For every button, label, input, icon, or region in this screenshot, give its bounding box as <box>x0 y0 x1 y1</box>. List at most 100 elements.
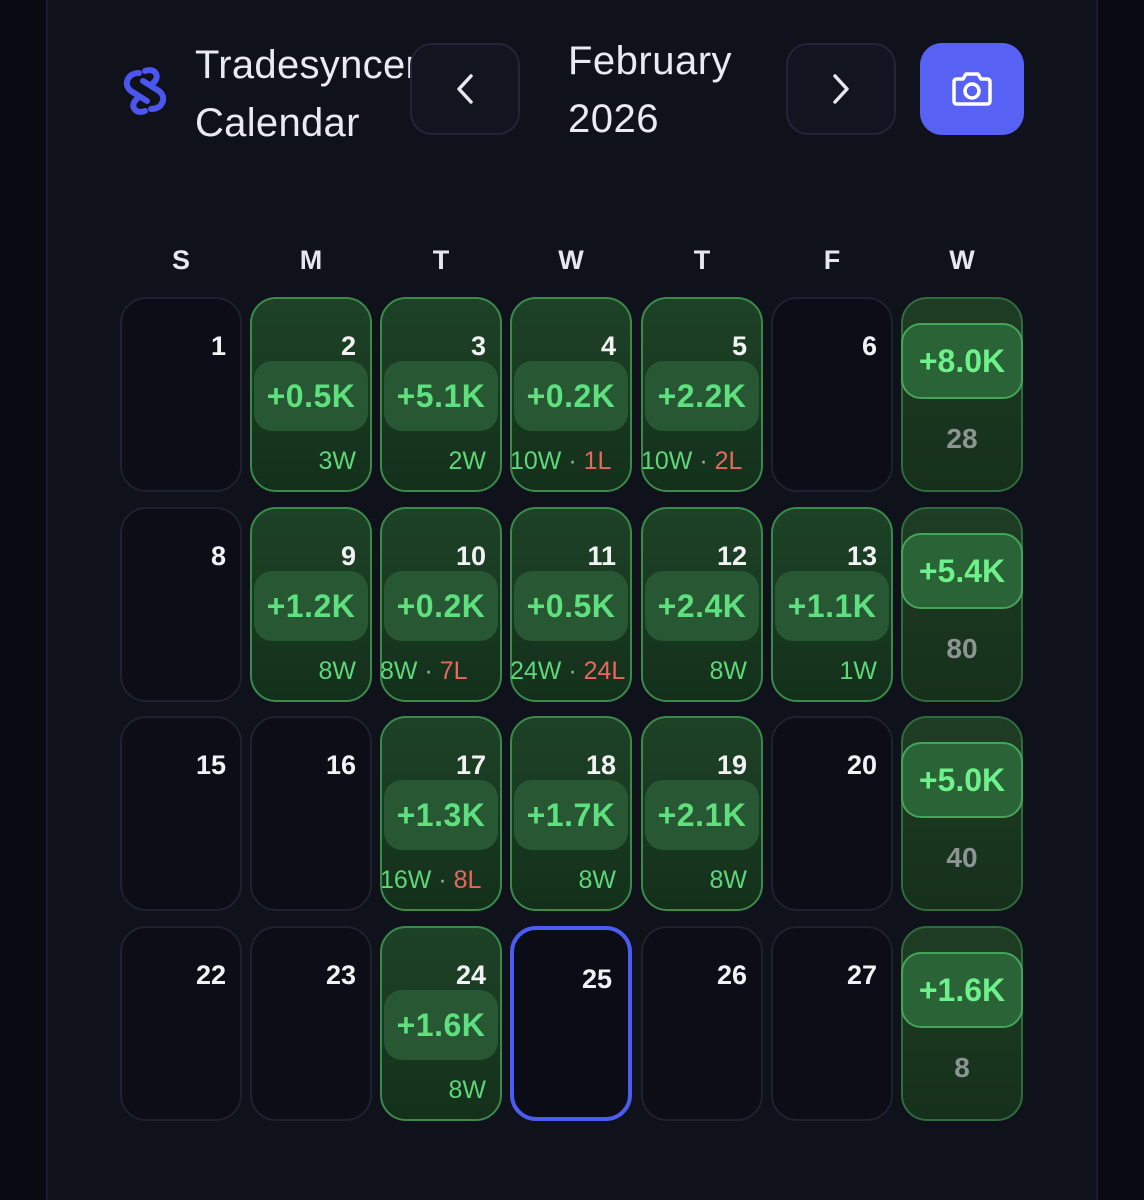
day-pnl: +2.1K <box>645 780 759 850</box>
day-pnl: +2.2K <box>645 361 759 431</box>
day-pnl: +5.1K <box>384 361 498 431</box>
day-number: 5 <box>731 331 747 361</box>
separator: · <box>561 657 584 685</box>
weekly-trade-count: 40 <box>946 842 978 873</box>
calendar-day[interactable]: 13 +1.1K 1W <box>771 507 893 702</box>
wins-count: 8W <box>578 866 617 894</box>
wins-count: 8W <box>318 657 357 685</box>
losses-count: 24L <box>583 657 626 685</box>
calendar-day[interactable]: 27 <box>771 926 893 1121</box>
app-title-line2: Calendar <box>195 101 360 145</box>
wins-count: 1W <box>839 657 878 685</box>
day-number: 11 <box>587 541 616 571</box>
weekly-pnl: +1.6K <box>901 952 1023 1028</box>
losses-count: 1L <box>583 447 612 475</box>
wins-count: 3W <box>318 447 357 475</box>
calendar-day[interactable]: 10 +0.2K 8W · 7L <box>380 507 502 702</box>
losses-count: 2L <box>714 447 743 475</box>
weekly-summary[interactable]: +5.0K 40 <box>901 716 1023 911</box>
current-month: February 2026 <box>568 32 732 148</box>
calendar-day[interactable]: 19 +2.1K 8W <box>641 716 763 911</box>
win-loss-count: 8W <box>449 1076 487 1105</box>
win-loss-count: 8W <box>710 657 748 686</box>
day-pnl: +1.6K <box>384 990 498 1060</box>
calendar-day[interactable]: 15 <box>120 716 242 911</box>
calendar-day[interactable]: 24 +1.6K 8W <box>380 926 502 1121</box>
win-loss-count: 24W · 24L <box>510 657 625 686</box>
month-name: February <box>568 39 733 83</box>
app-title-line1: Tradesyncer <box>195 43 420 87</box>
weekly-trade-count: 8 <box>954 1052 970 1083</box>
wins-count: 8W <box>380 657 418 685</box>
weekly-summary[interactable]: +8.0K 28 <box>901 297 1023 492</box>
day-number: 19 <box>716 750 747 780</box>
day-number: 26 <box>716 960 747 990</box>
calendar-day-today[interactable]: 25 <box>510 926 632 1121</box>
day-pnl: +2.4K <box>645 571 759 641</box>
calendar-day[interactable]: 20 <box>771 716 893 911</box>
calendar-day[interactable]: 18 +1.7K 8W <box>510 716 632 911</box>
win-loss-count: 1W <box>840 657 878 686</box>
calendar-day[interactable]: 8 <box>120 507 242 702</box>
screenshot-button[interactable] <box>920 43 1024 135</box>
calendar-day[interactable]: 1 <box>120 297 242 492</box>
day-pnl: +1.3K <box>384 780 498 850</box>
win-loss-count: 8W <box>710 866 748 895</box>
calendar-day[interactable]: 4 +0.2K 10W · 1L <box>510 297 632 492</box>
calendar-day[interactable]: 11 +0.5K 24W · 24L <box>510 507 632 702</box>
day-pnl: +0.5K <box>514 571 628 641</box>
app-title: Tradesyncer Calendar <box>195 36 435 152</box>
calendar-day[interactable]: 16 <box>250 716 372 911</box>
win-loss-count: 8W · 7L <box>380 657 468 686</box>
calendar-day[interactable]: 3 +5.1K 2W <box>380 297 502 492</box>
win-loss-count: 10W · 2L <box>641 447 742 476</box>
weekday-label: F <box>823 245 841 275</box>
day-number: 17 <box>455 750 486 780</box>
calendar-day[interactable]: 22 <box>120 926 242 1121</box>
day-pnl: +0.2K <box>514 361 628 431</box>
win-loss-count: 8W <box>319 657 357 686</box>
calendar-day[interactable]: 5 +2.2K 10W · 2L <box>641 297 763 492</box>
calendar-day[interactable]: 23 <box>250 926 372 1121</box>
weekly-trade-count: 80 <box>946 633 978 664</box>
day-pnl: +0.5K <box>254 361 368 431</box>
day-number: 24 <box>455 960 486 990</box>
day-pnl: +1.7K <box>514 780 628 850</box>
tradesyncer-logo-icon <box>123 67 167 115</box>
calendar-day[interactable]: 17 +1.3K 16W · 8L <box>380 716 502 911</box>
calendar-day[interactable]: 6 <box>771 297 893 492</box>
losses-count: 7L <box>439 657 468 685</box>
wins-count: 16W <box>380 866 432 894</box>
calendar-day[interactable]: 26 <box>641 926 763 1121</box>
day-number: 20 <box>846 750 877 780</box>
chevron-right-icon <box>833 74 849 104</box>
wins-count: 10W <box>510 447 562 475</box>
separator: · <box>417 657 440 685</box>
day-number: 12 <box>716 541 747 571</box>
day-number: 4 <box>600 331 616 361</box>
next-month-button[interactable] <box>786 43 896 135</box>
calendar-day[interactable]: 9 +1.2K 8W <box>250 507 372 702</box>
day-number: 2 <box>340 331 356 361</box>
separator: · <box>692 447 715 475</box>
wins-count: 8W <box>448 1076 487 1104</box>
weekday-label: T <box>693 245 711 275</box>
day-pnl: +0.2K <box>384 571 498 641</box>
day-number: 25 <box>581 964 612 994</box>
losses-count: 8L <box>453 866 482 894</box>
calendar-day[interactable]: 12 +2.4K 8W <box>641 507 763 702</box>
weekly-pnl: +5.0K <box>901 742 1023 818</box>
day-pnl: +1.1K <box>775 571 889 641</box>
weekly-pnl: +8.0K <box>901 323 1023 399</box>
separator: · <box>561 447 584 475</box>
weekday-label: W <box>558 245 584 275</box>
wins-count: 2W <box>448 447 487 475</box>
separator: · <box>431 866 454 894</box>
weekly-summary[interactable]: +5.4K 80 <box>901 507 1023 702</box>
previous-month-button[interactable] <box>410 43 520 135</box>
weekday-label: M <box>299 245 323 275</box>
weekly-summary[interactable]: +1.6K 8 <box>901 926 1023 1121</box>
day-number: 13 <box>846 541 877 571</box>
day-number: 27 <box>846 960 877 990</box>
calendar-day[interactable]: 2 +0.5K 3W <box>250 297 372 492</box>
